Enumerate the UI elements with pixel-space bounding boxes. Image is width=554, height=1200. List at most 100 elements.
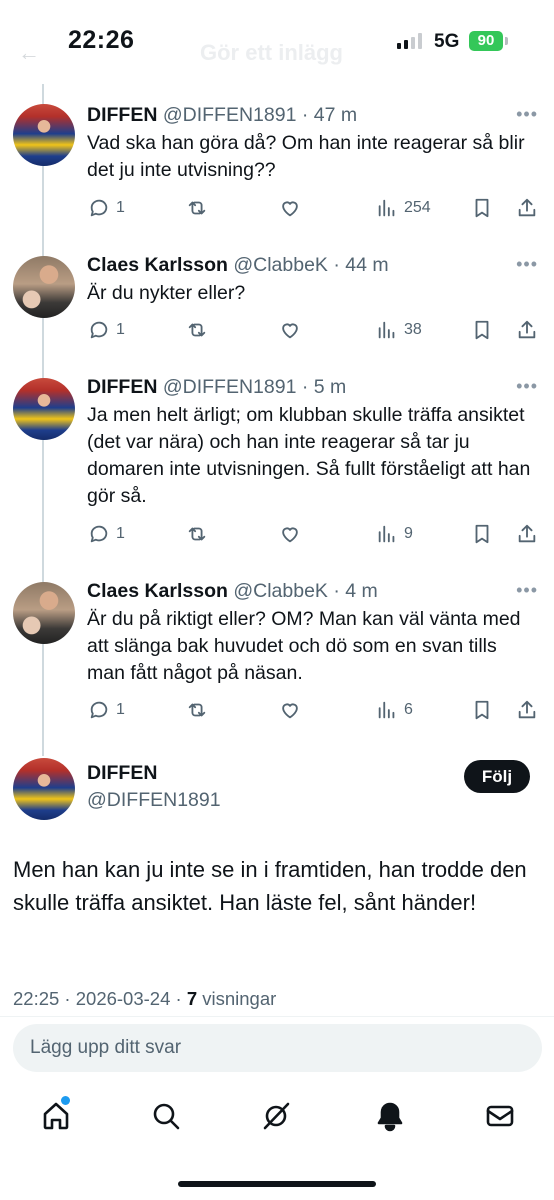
author-name[interactable]: DIFFEN xyxy=(87,104,157,126)
heart-icon xyxy=(282,323,298,339)
share-button[interactable] xyxy=(516,194,538,222)
more-options-icon[interactable]: ••• xyxy=(516,376,538,397)
retweet-button[interactable] xyxy=(186,696,208,724)
retweet-button[interactable] xyxy=(186,316,208,344)
tweet-actions: 1 6 xyxy=(0,696,554,724)
retweet-icon xyxy=(188,703,206,717)
author-handle-time: @ClabbeK · 44 m xyxy=(233,254,389,276)
reply-button[interactable]: 1 xyxy=(88,316,125,344)
views-count[interactable]: 7 xyxy=(187,988,197,1009)
more-options-icon[interactable]: ••• xyxy=(516,104,538,125)
like-button[interactable] xyxy=(279,194,301,222)
tweet-header: Claes Karlsson @ClabbeK · 4 m xyxy=(87,578,378,604)
bookmark-button[interactable] xyxy=(471,696,493,724)
author-name[interactable]: Claes Karlsson xyxy=(87,580,228,602)
status-time: 22:26 xyxy=(68,26,135,54)
views-button[interactable]: 254 xyxy=(376,194,431,222)
share-icon xyxy=(518,700,536,719)
notifications-icon[interactable] xyxy=(372,1098,408,1134)
tweet-header: DIFFEN @DIFFEN1891 · 47 m xyxy=(87,102,357,128)
tweet-header: DIFFEN @DIFFEN1891 · 5 m xyxy=(87,374,346,400)
author-handle-time: @DIFFEN1891 · 5 m xyxy=(162,376,347,398)
notification-dot xyxy=(61,1096,70,1105)
avatar[interactable] xyxy=(13,104,75,166)
author-name[interactable]: DIFFEN xyxy=(87,376,157,398)
messages-icon[interactable] xyxy=(482,1098,518,1134)
author-handle-time: @DIFFEN1891 · 47 m xyxy=(162,104,358,126)
share-button[interactable] xyxy=(516,316,538,344)
views-icon xyxy=(378,525,395,543)
heart-icon xyxy=(282,703,298,719)
bookmark-icon xyxy=(475,198,489,218)
reply-icon xyxy=(90,199,108,217)
share-button[interactable] xyxy=(516,520,538,548)
main-avatar[interactable] xyxy=(13,758,75,820)
reply-button[interactable]: 1 xyxy=(88,696,125,724)
network-type: 5G xyxy=(434,31,460,52)
timestamp: 22:25 · 2026-03-24 · xyxy=(13,988,187,1009)
retweet-icon xyxy=(188,323,206,337)
retweet-icon xyxy=(188,201,206,215)
divider xyxy=(0,1016,554,1017)
tweet-actions: 1 254 xyxy=(0,194,554,222)
like-button[interactable] xyxy=(279,520,301,548)
views-icon xyxy=(378,199,395,217)
reply-icon xyxy=(90,321,108,339)
more-options-icon[interactable]: ••• xyxy=(516,254,538,275)
like-button[interactable] xyxy=(279,316,301,344)
tweet-text: Är du på riktigt eller? OM? Man kan väl … xyxy=(87,608,521,684)
bookmark-icon xyxy=(475,524,489,544)
back-arrow-icon[interactable]: ← xyxy=(18,40,40,66)
battery-cap xyxy=(505,37,508,45)
views-button[interactable]: 6 xyxy=(376,696,413,724)
views-label: visningar xyxy=(197,988,277,1009)
bookmark-icon xyxy=(475,700,489,720)
reply-button[interactable]: 1 xyxy=(88,194,125,222)
bookmark-button[interactable] xyxy=(471,194,493,222)
share-button[interactable] xyxy=(516,696,538,724)
retweet-button[interactable] xyxy=(186,520,208,548)
home-indicator xyxy=(178,1181,376,1187)
status-bar: ← Gör ett inlägg 22:26 5G 90 xyxy=(0,0,554,84)
like-button[interactable] xyxy=(279,696,301,724)
author-handle-time: @ClabbeK · 4 m xyxy=(233,580,378,602)
follow-button[interactable]: Följ xyxy=(464,760,530,793)
heart-icon xyxy=(282,527,298,543)
views-icon xyxy=(378,321,395,339)
author-name[interactable]: Claes Karlsson xyxy=(87,254,228,276)
tweet-actions: 1 38 xyxy=(0,316,554,344)
tweet-header: Claes Karlsson @ClabbeK · 44 m xyxy=(87,252,389,278)
avatar[interactable] xyxy=(13,378,75,440)
share-icon xyxy=(518,320,536,339)
main-author-handle[interactable]: @DIFFEN1891 xyxy=(87,789,221,812)
tweet-text: Är du nykter eller? xyxy=(87,282,246,304)
main-author-name[interactable]: DIFFEN xyxy=(87,762,157,785)
share-icon xyxy=(518,198,536,217)
heart-icon xyxy=(282,201,298,217)
avatar[interactable] xyxy=(13,582,75,644)
reply-input[interactable]: Lägg upp ditt svar xyxy=(13,1024,542,1072)
search-icon[interactable] xyxy=(148,1098,184,1134)
reply-button[interactable]: 1 xyxy=(88,520,125,548)
avatar[interactable] xyxy=(13,256,75,318)
retweet-icon xyxy=(188,527,206,541)
tweet-actions: 1 9 xyxy=(0,520,554,548)
signal-icon xyxy=(397,33,425,49)
views-button[interactable]: 38 xyxy=(376,316,422,344)
bookmark-button[interactable] xyxy=(471,520,493,548)
views-icon xyxy=(378,701,395,719)
views-button[interactable]: 9 xyxy=(376,520,413,548)
tweet-text: Vad ska han göra då? Om han inte reagera… xyxy=(87,132,525,181)
bottom-navigation xyxy=(0,1084,554,1154)
grok-icon[interactable] xyxy=(258,1098,294,1134)
reply-icon xyxy=(90,701,108,719)
tweet-text: Ja men helt ärligt; om klubban skulle tr… xyxy=(87,404,531,507)
share-icon xyxy=(518,524,536,543)
main-tweet-text: Men han kan ju inte se in i framtiden, h… xyxy=(13,857,527,915)
main-tweet-meta: 22:25 · 2026-03-24 · 7 visningar xyxy=(13,988,276,1010)
reply-icon xyxy=(90,525,108,543)
more-options-icon[interactable]: ••• xyxy=(516,580,538,601)
battery-icon: 90 xyxy=(469,31,503,51)
retweet-button[interactable] xyxy=(186,194,208,222)
bookmark-button[interactable] xyxy=(471,316,493,344)
